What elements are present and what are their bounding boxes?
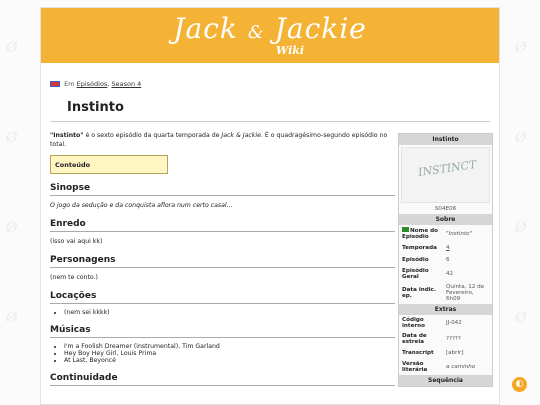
infobox-section-extras: Extras xyxy=(399,304,492,315)
musicas-list: I'm a Foolish Dreamer (instrumental), Ti… xyxy=(50,343,395,364)
section-heading-musicas: Músicas xyxy=(50,325,395,338)
intro-paragraph: "Instinto" é o sexto episódio da quarta … xyxy=(50,132,388,148)
transcript-link[interactable]: [abrir] xyxy=(446,350,489,356)
wiki-logo-subtitle: Wiki xyxy=(275,44,305,57)
infobox-row: Data de estreia ????? xyxy=(402,333,461,345)
infobox-title: Instinto xyxy=(399,134,492,145)
infobox-row: Episódio 6 xyxy=(402,257,450,263)
episode-image[interactable]: INSTINCT xyxy=(401,147,490,203)
breadcrumb: Em Episódios, Season 4 xyxy=(50,80,141,88)
personagens-text: (nem te conto.) xyxy=(50,274,98,281)
infobox-row: Data indic. ep. Quinta, 12 de Fevereiro,… xyxy=(402,284,485,302)
infobox-row: Episódio Geral 42 xyxy=(402,268,454,280)
infobox-row: Transcript [abrir] xyxy=(399,347,492,359)
section-heading-personagens: Personagens xyxy=(50,255,395,268)
breadcrumb-link-season[interactable]: Season 4 xyxy=(111,80,141,88)
flag-icon xyxy=(50,81,60,87)
infobox-section-sequencia: Sequência xyxy=(399,375,492,386)
wiki-page: Jack & Jackie Wiki Em Episódios, Season … xyxy=(40,7,500,405)
article-content: "Instinto" é o sexto episódio da quarta … xyxy=(50,131,395,386)
section-heading-locacoes: Locações xyxy=(50,291,395,304)
wiki-logo[interactable]: Jack & Jackie xyxy=(41,12,499,45)
infobox-section-sobre: Sobre xyxy=(399,214,492,225)
infobox-row: Temporada 4 xyxy=(399,242,492,254)
infobox-row: Nome do Episódio "Instinto" xyxy=(402,227,473,240)
locacoes-list: (nem sei kkkk) xyxy=(50,309,395,316)
section-heading-enredo: Enredo xyxy=(50,219,395,232)
list-item: I'm a Foolish Dreamer (instrumental), Ti… xyxy=(64,343,395,350)
enredo-text: (isso vai aqui kk) xyxy=(50,238,103,245)
image-caption: S04E06 xyxy=(434,206,457,212)
infobox-row: Versão literária a caminho xyxy=(402,361,476,373)
episode-image-text: INSTINCT xyxy=(417,157,478,180)
theme-toggle-icon[interactable]: ◐ xyxy=(512,377,527,392)
wiki-banner[interactable]: Jack & Jackie Wiki xyxy=(41,8,499,63)
title-divider xyxy=(50,121,490,122)
episode-infobox: Instinto INSTINCT S04E06 Sobre Nome do E… xyxy=(398,133,493,387)
table-of-contents[interactable]: Conteúdo xyxy=(50,155,168,174)
list-item: At Last, Beyoncé xyxy=(64,357,395,364)
list-item: (nem sei kkkk) xyxy=(64,309,395,316)
flag-icon xyxy=(402,227,409,232)
page-title: Instinto xyxy=(67,100,124,115)
breadcrumb-link-episodios[interactable]: Episódios xyxy=(77,80,108,88)
list-item: Hey Boy Hey Girl, Louis Prima xyxy=(64,350,395,357)
section-heading-continuidade: Continuidade xyxy=(50,373,395,386)
section-heading-sinopse: Sinopse xyxy=(50,183,395,196)
infobox-row: Código interno JJ-042 xyxy=(402,317,462,329)
temporada-link[interactable]: 4 xyxy=(446,245,489,251)
sinopse-text: O jogo da sedução e da conquista aflora … xyxy=(50,202,233,209)
